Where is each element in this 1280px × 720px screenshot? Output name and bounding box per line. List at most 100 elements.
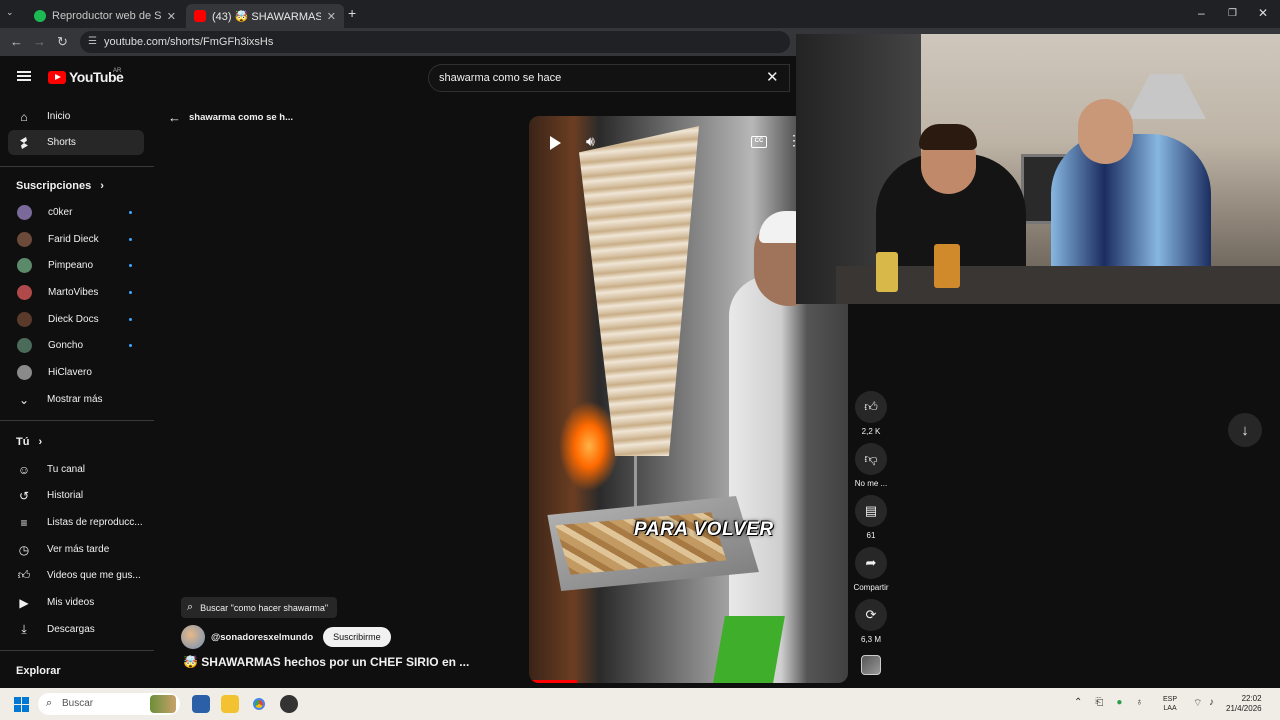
- sidebar-item-descargas[interactable]: ⤓ Descargas: [8, 617, 144, 642]
- time-text: 22:02: [1241, 694, 1262, 703]
- video-caption: PARA VOLVER: [634, 519, 774, 540]
- account-icon: ☺: [17, 462, 31, 477]
- forward-arrow-icon[interactable]: →: [33, 34, 46, 49]
- sidebar-item-ver-mas-tarde[interactable]: ◷ Ver más tarde: [8, 537, 144, 562]
- back-arrow-icon[interactable]: ←: [10, 34, 23, 49]
- like-count: 2,2 K: [861, 427, 881, 436]
- maximize-icon[interactable]: ❐: [1228, 8, 1237, 19]
- avatar: [17, 338, 32, 353]
- sidebar-item-pimpeano[interactable]: Pimpeano: [8, 253, 144, 278]
- sidebar-item-goncho[interactable]: Goncho: [8, 333, 144, 358]
- next-short-button[interactable]: ↓: [1228, 413, 1262, 447]
- back-to-results[interactable]: ← shawarma como se h...: [168, 110, 293, 125]
- dislike-label: No me ...: [854, 479, 888, 488]
- arrow-down-icon: ↓: [1241, 421, 1249, 439]
- minimize-icon[interactable]: –: [1198, 6, 1205, 20]
- site-info-icon[interactable]: ☰: [88, 31, 97, 53]
- avatar: [17, 312, 32, 327]
- menu-icon[interactable]: [17, 71, 31, 81]
- windows-start-icon[interactable]: [14, 697, 29, 712]
- sidebar: ⌂ Inicio Shorts Suscripciones › c0ker Fa…: [0, 100, 154, 690]
- close-window-icon[interactable]: ✕: [1258, 6, 1268, 20]
- video-frame-detail: [713, 616, 785, 683]
- clock[interactable]: 22:02 21/4/2026: [1226, 694, 1262, 714]
- audio-thumbnail[interactable]: [861, 655, 881, 675]
- chrome-icon[interactable]: [250, 695, 268, 713]
- app-icon[interactable]: [280, 695, 298, 713]
- suggestion-label: Buscar "como hacer shawarma": [200, 602, 329, 613]
- chevron-up-icon[interactable]: ⌃: [1074, 697, 1082, 708]
- video-progress-bar[interactable]: [529, 680, 577, 683]
- volume-icon[interactable]: 🔊︎: [586, 133, 595, 150]
- webcam-detail: [1126, 74, 1206, 119]
- wifi-icon[interactable]: ⌔: [1193, 697, 1202, 710]
- search-input[interactable]: shawarma como se hace: [428, 64, 790, 92]
- tab-label: (43) 🤯 SHAWARMAS hechos p: [212, 10, 321, 23]
- reload-icon[interactable]: ↻: [57, 34, 68, 50]
- sidebar-item-hiclavero[interactable]: HiClavero: [8, 360, 144, 385]
- date-text: 21/4/2026: [1226, 704, 1262, 713]
- tab-spotify[interactable]: Reproductor web de Spotify: m ✕: [26, 4, 184, 28]
- new-content-dot: [129, 291, 132, 294]
- share-button[interactable]: ➦ Compartir: [853, 547, 889, 592]
- tab-youtube[interactable]: (43) 🤯 SHAWARMAS hechos p ✕: [186, 4, 344, 28]
- divider: [0, 650, 154, 651]
- video-frame-detail: [579, 126, 699, 456]
- usb-icon[interactable]: ⎗: [1095, 697, 1103, 708]
- file-explorer-icon[interactable]: [221, 695, 239, 713]
- microphone-icon[interactable]: ♁: [1135, 697, 1143, 708]
- youtube-header: YouTube AR shawarma como se hace ✕: [0, 56, 800, 96]
- sidebar-item-shorts[interactable]: Shorts: [8, 130, 144, 155]
- spotify-icon: [34, 10, 46, 22]
- captions-icon[interactable]: CC: [751, 136, 767, 148]
- channel-name[interactable]: @sonadoresxelmundo: [211, 632, 313, 643]
- sidebar-item-historial[interactable]: ↺ Historial: [8, 483, 144, 508]
- widget-thumbnail-icon[interactable]: [150, 695, 176, 713]
- subscriptions-header[interactable]: Suscripciones ›: [16, 180, 104, 192]
- webcam-detail: [1078, 99, 1133, 164]
- like-button[interactable]: 👍︎ 2,2 K: [853, 391, 889, 436]
- close-tab-icon[interactable]: ✕: [327, 10, 336, 23]
- sidebar-item-c0ker[interactable]: c0ker: [8, 200, 144, 225]
- tab-list-button[interactable]: ⌄: [6, 7, 14, 18]
- remix-button[interactable]: ⟳ 6,3 M: [853, 599, 889, 644]
- sidebar-item-listas[interactable]: ≡ Listas de reproducc...: [8, 510, 144, 535]
- comments-button[interactable]: ▤ 61: [853, 495, 889, 540]
- chevron-right-icon: ›: [38, 436, 43, 448]
- avatar: [17, 232, 32, 247]
- sidebar-item-mis-videos[interactable]: ▶ Mis videos: [8, 590, 144, 615]
- sidebar-item-label: Farid Dieck: [48, 234, 99, 245]
- divider: [0, 166, 154, 167]
- new-content-dot: [129, 211, 132, 214]
- channel-avatar[interactable]: [181, 625, 205, 649]
- new-tab-button[interactable]: +: [348, 5, 356, 21]
- store-icon[interactable]: [192, 695, 210, 713]
- you-header[interactable]: Tú ›: [16, 436, 42, 448]
- share-label: Compartir: [853, 583, 889, 592]
- url-field[interactable]: ☰ youtube.com/shorts/FmGFh3ixsHs: [80, 31, 790, 53]
- speaker-icon[interactable]: ♪: [1209, 697, 1214, 708]
- sidebar-item-martovibes[interactable]: MartoVibes: [8, 280, 144, 305]
- sidebar-item-inicio[interactable]: ⌂ Inicio: [8, 104, 144, 129]
- close-tab-icon[interactable]: ✕: [167, 10, 176, 23]
- subscriptions-title: Suscripciones: [16, 180, 92, 192]
- lang-layout: LAA: [1163, 705, 1177, 712]
- sidebar-item-farid-dieck[interactable]: Farid Dieck: [8, 227, 144, 252]
- explore-header: Explorar: [16, 665, 61, 677]
- dislike-button[interactable]: 👎︎ No me ...: [853, 443, 889, 488]
- play-icon[interactable]: [550, 136, 561, 150]
- video-title[interactable]: 🤯 SHAWARMAS hechos por un CHEF SIRIO en …: [183, 655, 469, 669]
- sidebar-item-tu-canal[interactable]: ☺ Tu canal: [8, 457, 144, 482]
- remix-icon: ⟳: [855, 599, 887, 631]
- language-indicator[interactable]: ESP LAA: [1163, 695, 1177, 713]
- network-app-icon[interactable]: ●: [1116, 697, 1122, 708]
- webcam-detail: [876, 252, 898, 292]
- search-suggestion-chip[interactable]: ⌕ Buscar "como hacer shawarma": [181, 597, 338, 618]
- subscribe-button[interactable]: Suscribirme: [323, 627, 391, 647]
- sidebar-item-dieck-docs[interactable]: Dieck Docs: [8, 307, 144, 332]
- show-more-button[interactable]: ⌄ Mostrar más: [8, 387, 144, 412]
- clear-search-icon[interactable]: ✕: [766, 68, 779, 86]
- sidebar-item-videos-gusta[interactable]: 👍︎ Videos que me gus...: [8, 563, 144, 588]
- sidebar-item-label: Goncho: [48, 340, 84, 351]
- url-text: youtube.com/shorts/FmGFh3ixsHs: [104, 36, 274, 48]
